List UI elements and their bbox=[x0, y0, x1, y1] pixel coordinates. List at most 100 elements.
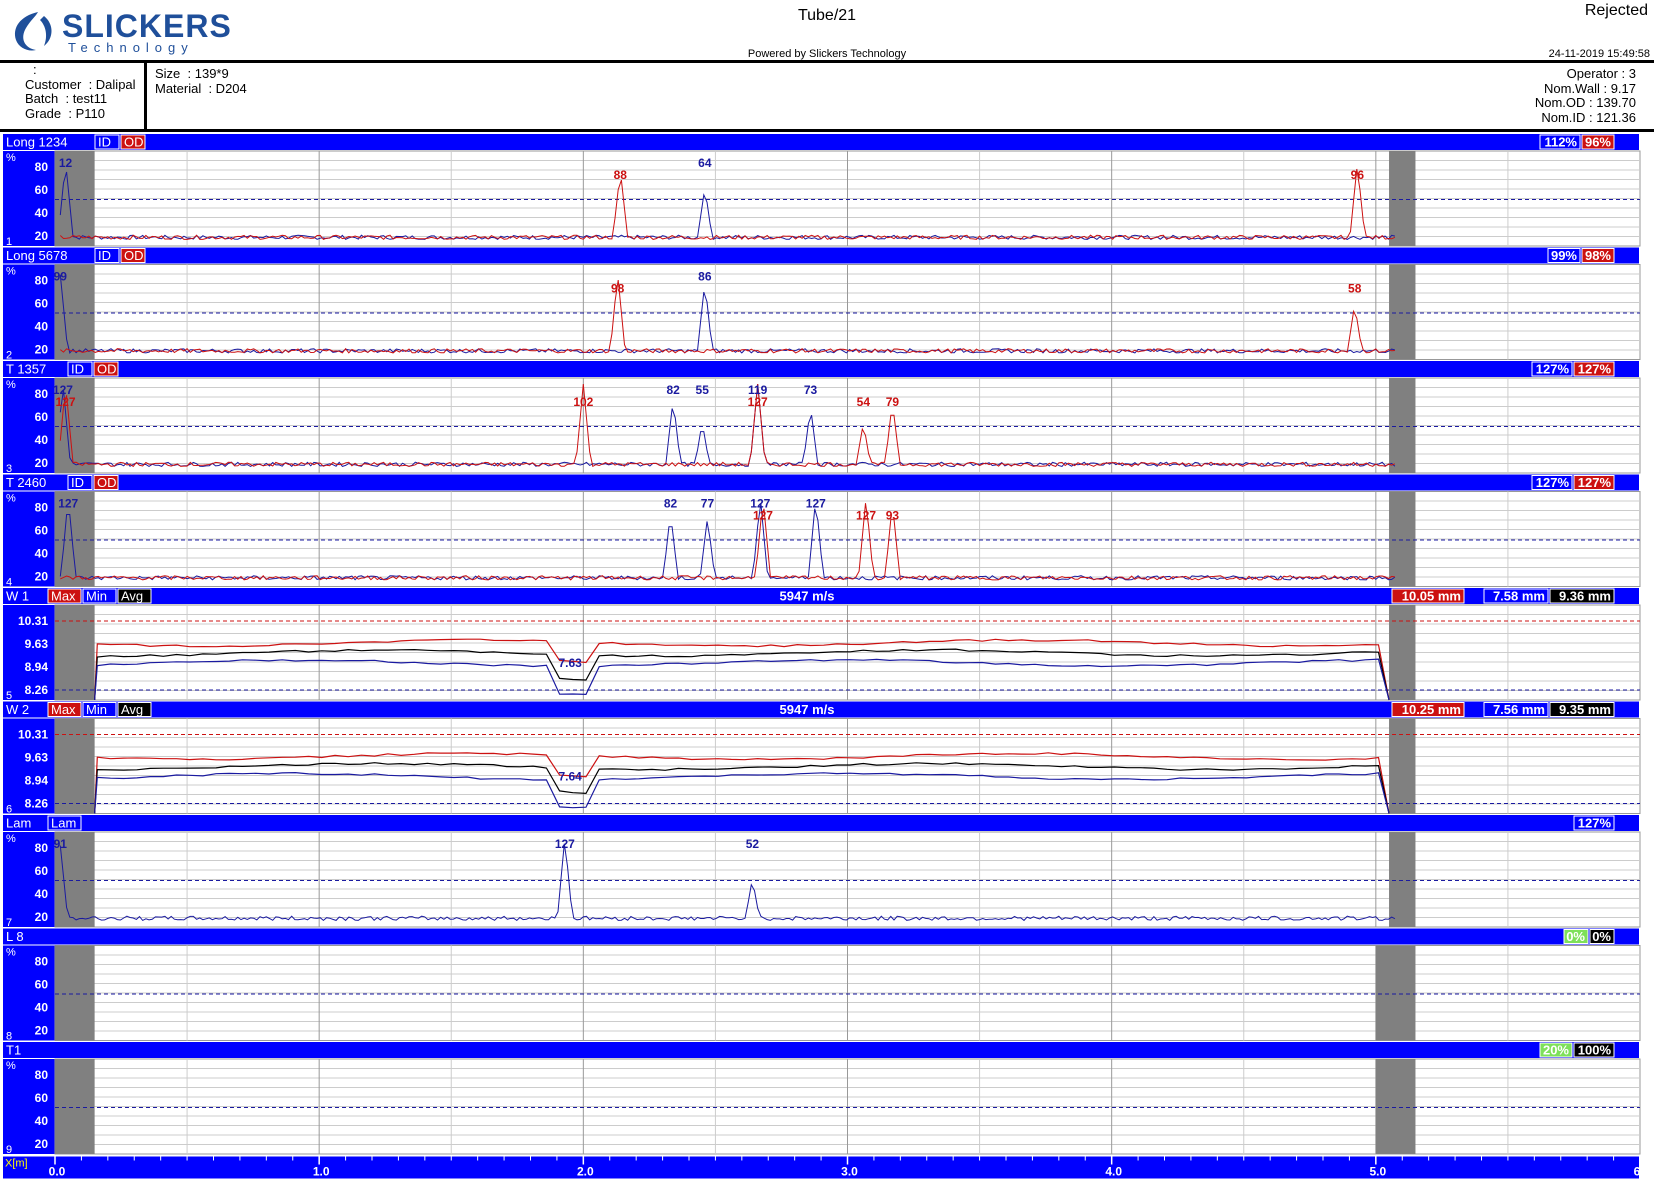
min-wall-label: 7.63 bbox=[558, 656, 582, 670]
toggle-label: OD bbox=[124, 248, 144, 263]
y-tick-label: 8.94 bbox=[25, 660, 49, 674]
x-axis-label: X[m] bbox=[5, 1158, 28, 1170]
badge-value: 127% bbox=[1578, 475, 1612, 490]
peak-label: 82 bbox=[666, 383, 680, 397]
channel-index: 2 bbox=[6, 350, 12, 362]
y-tick-label: 20 bbox=[35, 229, 49, 243]
peak-label: 127 bbox=[748, 395, 768, 409]
y-unit-label: % bbox=[6, 947, 16, 959]
badge-value: 0% bbox=[1592, 929, 1611, 944]
report-header: SLICKERS Technology Tube/21 Powered by S… bbox=[0, 0, 1654, 63]
channel-index: 6 bbox=[6, 804, 12, 816]
x-tick-label: 2.0 bbox=[577, 1165, 594, 1179]
peak-label: 58 bbox=[1348, 282, 1362, 296]
operator-field: Operator : 3 bbox=[1566, 66, 1636, 81]
channel-title-bar bbox=[3, 928, 1639, 945]
y-tick-label: 60 bbox=[35, 978, 49, 992]
y-tick-label: 60 bbox=[35, 524, 49, 538]
toggle-label: ID bbox=[71, 362, 84, 377]
y-tick-label: 20 bbox=[35, 1024, 49, 1038]
channel-title-bar bbox=[3, 1042, 1639, 1058]
material-info: Size : 139*9 Material : D204 bbox=[155, 66, 247, 96]
blind-zone bbox=[1389, 832, 1416, 927]
toggle-label: Avg bbox=[121, 589, 143, 604]
batch-field: Batch : test11 bbox=[25, 91, 108, 106]
y-tick-label: 9.63 bbox=[25, 751, 49, 765]
y-tick-label: 20 bbox=[35, 910, 49, 924]
badge-value: 9.36 mm bbox=[1559, 589, 1611, 604]
badge-value: 98% bbox=[1585, 248, 1611, 263]
channel-name: T 1357 bbox=[6, 362, 46, 377]
y-tick-label: 40 bbox=[35, 320, 49, 334]
y-tick-label: 40 bbox=[35, 887, 49, 901]
nom-od-field: Nom.OD : 139.70 bbox=[1534, 95, 1636, 110]
y-tick-label: 40 bbox=[35, 206, 49, 220]
y-tick-label: 60 bbox=[35, 297, 49, 311]
toggle-label: OD bbox=[97, 475, 117, 490]
blind-zone bbox=[1389, 491, 1416, 587]
y-unit-label: % bbox=[6, 152, 16, 164]
badge-value: 9.35 mm bbox=[1559, 702, 1611, 717]
customer-info: : Customer : Dalipal Batch : test11 Grad… bbox=[0, 62, 147, 129]
toggle-label: Min bbox=[86, 702, 107, 717]
blind-zone bbox=[1375, 945, 1416, 1041]
x-tick-label: 1.0 bbox=[313, 1165, 330, 1179]
peak-label: 127 bbox=[58, 497, 78, 511]
peak-label: 102 bbox=[573, 395, 593, 409]
channel-panel-2: Long 5678 ID OD 98% 99%% 80 60 40 20 2 99 98 86 58 bbox=[3, 247, 1641, 362]
peak-label: 98 bbox=[611, 282, 625, 296]
channel-name: Long 1234 bbox=[6, 135, 67, 150]
badge-value: 127% bbox=[1578, 362, 1612, 377]
y-tick-label: 80 bbox=[35, 387, 49, 401]
badge-value: 96% bbox=[1585, 135, 1611, 150]
toggle-label: Min bbox=[86, 589, 107, 604]
channel-panel-5: W 1 Max Min Avg 5947 m/s 9.36 mm 7.58 mm 10.05 … bbox=[3, 588, 1641, 702]
y-tick-label: 80 bbox=[35, 955, 49, 969]
customer-field: Customer : Dalipal bbox=[25, 76, 136, 92]
y-tick-label: 80 bbox=[35, 841, 49, 855]
peak-label: 82 bbox=[664, 497, 678, 511]
channel-charts-svg: Long 1234 ID OD 96%112%%80604020112886496Lo… bbox=[3, 134, 1651, 1179]
y-tick-label: 40 bbox=[35, 547, 49, 561]
channel-panel-6: W 2 Max Min Avg 5947 m/s 9.35 mm 7.56 mm 10.25 … bbox=[3, 701, 1641, 816]
peak-label: 93 bbox=[886, 509, 900, 523]
toggle-label: Max bbox=[51, 589, 76, 604]
y-tick-label: 20 bbox=[35, 343, 49, 357]
badge-value: 7.58 mm bbox=[1493, 589, 1545, 604]
y-tick-label: 60 bbox=[35, 183, 49, 197]
grade-field: Grade : P110 bbox=[25, 105, 105, 121]
peak-label: 79 bbox=[886, 395, 900, 409]
y-tick-label: 20 bbox=[35, 570, 49, 584]
y-tick-label: 80 bbox=[35, 160, 49, 174]
y-tick-label: 40 bbox=[35, 1001, 49, 1015]
peak-label: 127 bbox=[856, 509, 876, 523]
y-tick-label: 10.31 bbox=[18, 614, 48, 628]
peak-label: 55 bbox=[696, 383, 710, 397]
badge-value: 10.25 mm bbox=[1402, 702, 1461, 717]
y-unit-label: % bbox=[6, 493, 16, 505]
peak-label: 54 bbox=[857, 395, 871, 409]
x-tick-label: 4.0 bbox=[1105, 1165, 1122, 1179]
channel-name: T 2460 bbox=[6, 475, 46, 490]
toggle-label: Lam bbox=[51, 816, 76, 831]
channel-index: 9 bbox=[6, 1144, 12, 1156]
y-tick-label: 20 bbox=[35, 1137, 49, 1151]
channel-name: Long 5678 bbox=[6, 248, 67, 263]
peak-label: 52 bbox=[746, 837, 760, 851]
peak-label: 127 bbox=[753, 509, 773, 523]
blind-zone bbox=[1389, 378, 1416, 473]
badge-value: 0% bbox=[1566, 929, 1585, 944]
channel-index: 3 bbox=[6, 463, 12, 475]
blind-zone bbox=[1389, 718, 1416, 814]
peak-label: 127 bbox=[56, 395, 76, 409]
toggle-label: OD bbox=[124, 135, 144, 150]
channel-title-bar bbox=[3, 474, 1639, 491]
y-tick-label: 9.63 bbox=[25, 637, 49, 651]
status-text: Rejected bbox=[1584, 2, 1648, 19]
tube-info-panel: : Customer : Dalipal Batch : test11 Grad… bbox=[0, 62, 1654, 132]
x-tick-label: 5.0 bbox=[1369, 1165, 1386, 1179]
y-tick-label: 8.26 bbox=[25, 797, 49, 811]
channel-panel-7: Lam Lam 127%% 80 60 40 20 7 91 127 52 bbox=[3, 815, 1641, 929]
x-tick-label: 0.0 bbox=[49, 1165, 66, 1179]
peak-label: 64 bbox=[698, 156, 712, 170]
